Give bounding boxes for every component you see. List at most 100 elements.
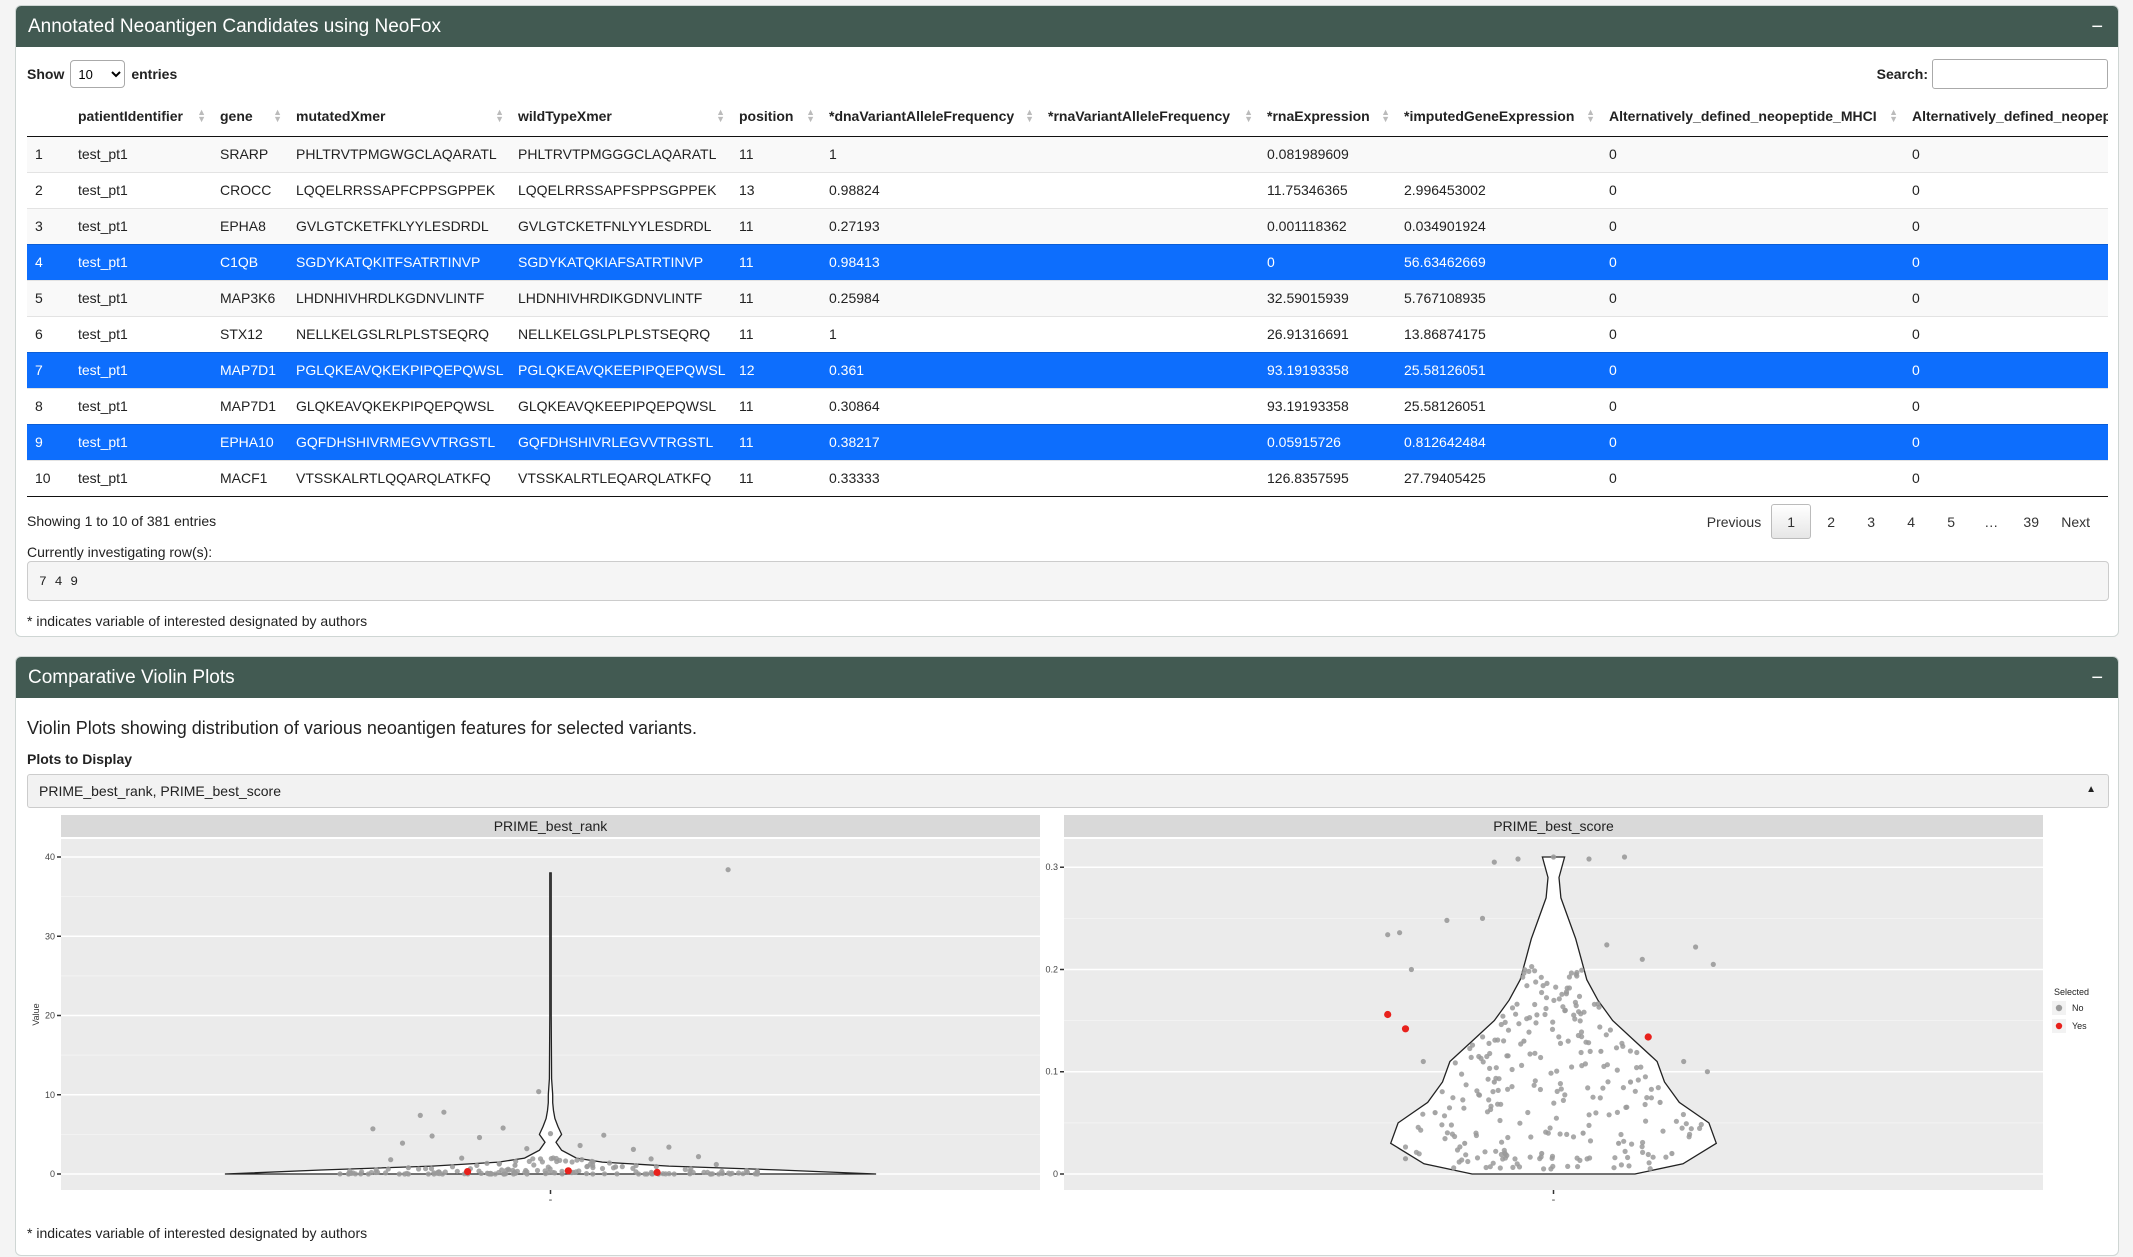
- column-header[interactable]: position ▲ ▼: [731, 97, 821, 137]
- column-header[interactable]: *rnaVariantAlleleFrequency ▲ ▼: [1040, 97, 1259, 137]
- neofox-collapse-button[interactable]: −: [2091, 17, 2103, 37]
- sort-arrows-icon: ▲ ▼: [716, 107, 725, 124]
- column-header[interactable]: Alternatively_defined_neopeptid: [1904, 97, 2108, 137]
- point-not-selected: [1710, 961, 1716, 967]
- point-not-selected: [1465, 1158, 1471, 1165]
- previous-page-button[interactable]: Previous: [1697, 504, 1771, 539]
- table-row[interactable]: 3 test_pt1 EPHA8 GVLGTCKETFKLYYLESDRDL GVLGT…: [27, 207, 2108, 244]
- point-not-selected: [1642, 1101, 1648, 1108]
- point-not-selected: [1541, 1166, 1547, 1172]
- point-not-selected: [1385, 932, 1391, 938]
- table-cell: 0.001118362: [1259, 207, 1396, 244]
- point-not-selected: [454, 1168, 460, 1174]
- point-not-selected: [630, 1146, 637, 1152]
- table-cell: test_pt1: [70, 459, 212, 497]
- page-button[interactable]: 5: [1931, 504, 1971, 539]
- point-not-selected: [543, 1171, 549, 1177]
- point-not-selected: [359, 1169, 365, 1175]
- point-not-selected: [1587, 1138, 1594, 1144]
- table-row[interactable]: 9 test_pt1 EPHA10 GQFDHSHIVRMEGVVTRGSTL GQFD…: [27, 423, 2108, 460]
- table-cell: 5: [27, 279, 70, 316]
- table-row[interactable]: 4 test_pt1 C1QB SGDYKATQKITFSATRTINVP SGDYKA…: [27, 243, 2108, 280]
- point-not-selected: [434, 1170, 440, 1176]
- point-not-selected: [423, 1166, 429, 1172]
- point-not-selected: [485, 1171, 491, 1177]
- column-header[interactable]: *imputedGeneExpression ▲ ▼: [1396, 97, 1601, 137]
- point-not-selected: [606, 1160, 613, 1166]
- point-not-selected: [1593, 1110, 1599, 1116]
- page-button[interactable]: 3: [1851, 504, 1891, 539]
- column-header-label: Alternatively_defined_neopeptide_MHCI: [1609, 108, 1877, 125]
- point-not-selected: [1557, 1131, 1563, 1137]
- column-header[interactable]: Alternatively_defined_neopeptide_MHCI ▲ ▼: [1601, 97, 1904, 137]
- table-cell: 5.767108935: [1396, 279, 1601, 316]
- table-cell: 0: [1601, 459, 1904, 497]
- table-cell: 25.58126051: [1396, 351, 1601, 388]
- table-cell: 0.361: [821, 351, 1040, 388]
- column-header[interactable]: wildTypeXmer ▲ ▼: [510, 97, 731, 137]
- violin-collapse-button[interactable]: −: [2091, 668, 2103, 688]
- point-not-selected: [1469, 1042, 1476, 1048]
- column-header[interactable]: *dnaVariantAlleleFrequency ▲ ▼: [821, 97, 1040, 137]
- point-not-selected: [1497, 1165, 1503, 1171]
- point-not-selected: [1618, 1162, 1624, 1168]
- table-row[interactable]: 1 test_pt1 SRARP PHLTRVTPMGWGCLAQARATL PHLTR…: [27, 135, 2108, 172]
- y-tick-label: 30: [45, 931, 55, 941]
- table-row[interactable]: 2 test_pt1 CROCC LQQELRRSSAPFCPPSGPPEK LQQEL…: [27, 171, 2108, 208]
- page-button[interactable]: 4: [1891, 504, 1931, 539]
- point-not-selected: [1531, 1082, 1537, 1088]
- point-not-selected: [1526, 968, 1532, 974]
- column-header-label: *dnaVariantAlleleFrequency: [829, 108, 1015, 125]
- next-page-button[interactable]: Next: [2051, 504, 2100, 539]
- point-not-selected: [1441, 1113, 1448, 1119]
- point-not-selected: [1450, 1095, 1456, 1101]
- table-row[interactable]: 6 test_pt1 STX12 NELLKELGSLRLPLSTSEQRQ NELLK…: [27, 315, 2108, 352]
- point-not-selected: [1577, 1018, 1583, 1024]
- table-cell: SRARP: [212, 135, 288, 172]
- point-not-selected: [701, 1169, 707, 1175]
- point-not-selected: [1521, 1038, 1527, 1044]
- point-not-selected: [1509, 1005, 1516, 1011]
- column-header[interactable]: patientIdentifier ▲ ▼: [70, 97, 212, 137]
- page-length-select[interactable]: 10: [70, 60, 126, 88]
- point-not-selected: [1533, 1020, 1539, 1026]
- column-header-label: *imputedGeneExpression: [1404, 108, 1575, 125]
- point-not-selected: [589, 1158, 595, 1164]
- page-button[interactable]: 2: [1811, 504, 1851, 539]
- column-header[interactable]: *rnaExpression ▲ ▼: [1259, 97, 1396, 137]
- point-not-selected: [1516, 1021, 1522, 1027]
- page-button[interactable]: 39: [2011, 504, 2051, 539]
- point-not-selected: [1537, 1086, 1543, 1093]
- point-not-selected: [1521, 970, 1527, 976]
- point-not-selected: [1556, 1034, 1562, 1040]
- search-input[interactable]: [1932, 59, 2108, 89]
- plots-to-display-select[interactable]: PRIME_best_rank, PRIME_best_score ▲: [27, 774, 2109, 808]
- table-row[interactable]: 8 test_pt1 MAP7D1 GLQKEAVQKEKPIPQEPQWSL GLQK…: [27, 387, 2108, 424]
- point-not-selected: [1451, 1165, 1457, 1171]
- point-not-selected: [1562, 1007, 1568, 1013]
- point-not-selected: [499, 1167, 505, 1173]
- column-header[interactable]: gene ▲ ▼: [212, 97, 288, 137]
- table-cell: 0.034901924: [1396, 207, 1601, 244]
- point-not-selected: [1681, 1058, 1687, 1065]
- point-not-selected: [1578, 1011, 1584, 1017]
- legend-swatch: [2055, 1004, 2063, 1012]
- table-row[interactable]: 5 test_pt1 MAP3K6 LHDNHIVHRDLKGDNVLINTF LHDN…: [27, 279, 2108, 316]
- page-button[interactable]: 1: [1771, 504, 1812, 539]
- point-not-selected: [1463, 1152, 1469, 1158]
- table-cell: MAP3K6: [212, 279, 288, 316]
- point-not-selected: [1686, 1134, 1692, 1140]
- point-not-selected: [1683, 1121, 1689, 1127]
- point-not-selected: [1500, 1013, 1506, 1019]
- point-not-selected: [1554, 1068, 1560, 1074]
- column-header-label: mutatedXmer: [296, 108, 386, 125]
- table-scroll[interactable]: patientIdentifier ▲ ▼ gene ▲ ▼ mutatedXmer ▲ ▼ wi…: [16, 97, 2108, 497]
- table-cell: 3: [27, 207, 70, 244]
- point-not-selected: [613, 1164, 619, 1170]
- point-not-selected: [350, 1170, 356, 1176]
- table-row[interactable]: 10 test_pt1 MACF1 VTSSKALRTLQQARQLATKFQ VTSS…: [27, 459, 2108, 497]
- table-cell: [1040, 171, 1259, 208]
- column-header[interactable]: mutatedXmer ▲ ▼: [288, 97, 510, 137]
- table-cell: test_pt1: [70, 135, 212, 172]
- table-row[interactable]: 7 test_pt1 MAP7D1 PGLQKEAVQKEKPIPQEPQWSL PGL…: [27, 351, 2108, 388]
